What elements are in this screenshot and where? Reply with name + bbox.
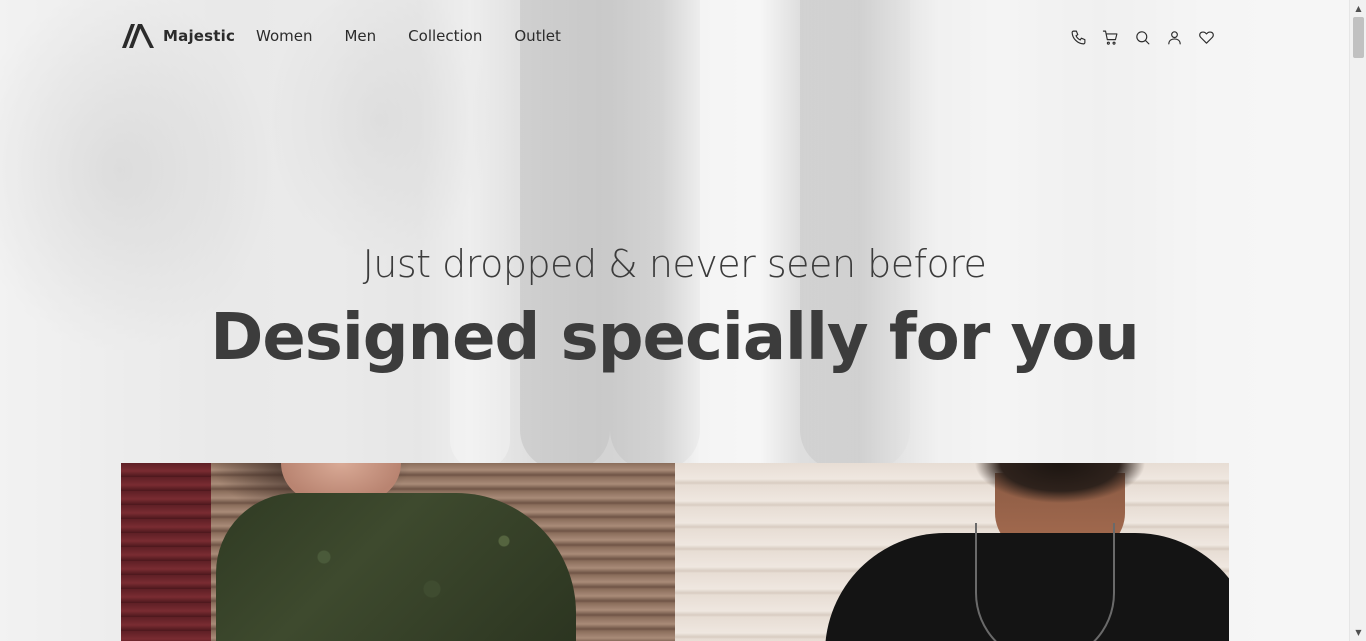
- nav-item-men[interactable]: Men: [344, 26, 376, 46]
- main-nav: Women Men Collection Outlet: [256, 26, 561, 46]
- cart-icon[interactable]: [1100, 27, 1120, 47]
- collection-tiles: [121, 463, 1229, 641]
- scroll-thumb[interactable]: [1353, 17, 1364, 58]
- user-icon[interactable]: [1164, 27, 1184, 47]
- image-detail: [121, 463, 211, 641]
- nav-item-collection[interactable]: Collection: [408, 26, 482, 46]
- nav-item-women[interactable]: Women: [256, 26, 312, 46]
- image-detail: [216, 493, 576, 641]
- women-collection-image[interactable]: [121, 463, 675, 641]
- men-collection-image[interactable]: [675, 463, 1229, 641]
- page: Majestic Women Men Collection Outlet Jus…: [0, 0, 1349, 641]
- hero-subtitle: Just dropped & never seen before: [362, 242, 987, 286]
- image-detail: [975, 523, 1115, 641]
- header-actions: [1068, 27, 1216, 47]
- nav-item-outlet[interactable]: Outlet: [514, 26, 560, 46]
- scroll-up-arrow-icon[interactable]: ▲: [1350, 0, 1366, 17]
- page-scrollbar[interactable]: ▲ ▼: [1349, 0, 1366, 641]
- hero-title: Designed specially for you: [210, 301, 1140, 375]
- brand-name: Majestic: [163, 27, 236, 45]
- image-detail: [975, 463, 1145, 503]
- brand-logo-link[interactable]: Majestic: [121, 22, 235, 50]
- heart-icon[interactable]: [1196, 27, 1216, 47]
- brand-logo-icon: [122, 24, 154, 48]
- phone-icon[interactable]: [1068, 27, 1088, 47]
- site-header: Majestic Women Men Collection Outlet: [0, 0, 1349, 72]
- scroll-down-arrow-icon[interactable]: ▼: [1350, 624, 1366, 641]
- search-icon[interactable]: [1132, 27, 1152, 47]
